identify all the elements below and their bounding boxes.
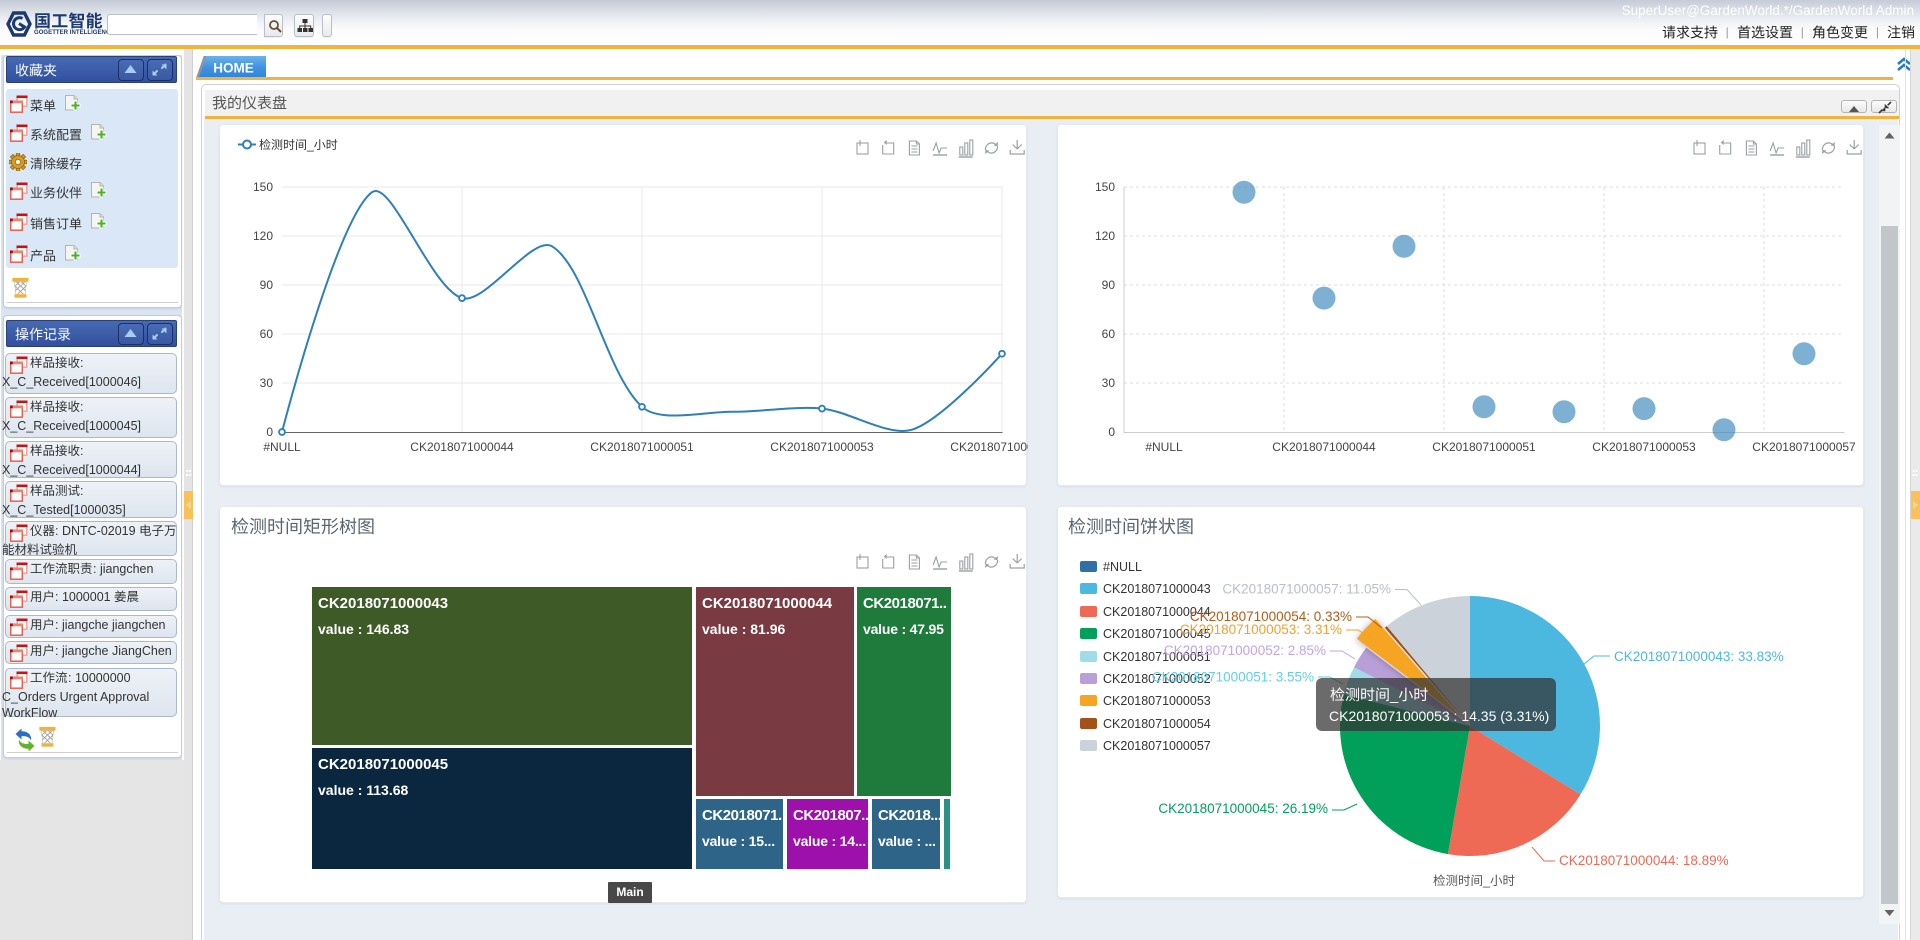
svg-text:CK2018071000044: CK2018071000044 (410, 440, 514, 454)
svg-text:CK2018071000045: 26.19%: CK2018071000045: 26.19% (1158, 801, 1328, 816)
svg-text:0: 0 (266, 425, 273, 439)
svg-text:60: 60 (1102, 327, 1116, 341)
svg-text:CK2018071000053 : 14.35 (3.31%: CK2018071000053 : 14.35 (3.31%) (1329, 708, 1549, 724)
svg-text:CK2018071000044: CK2018071000044 (1272, 440, 1376, 454)
svg-text:60: 60 (260, 327, 274, 341)
svg-text:150: 150 (1095, 180, 1115, 194)
svg-text:0: 0 (1108, 425, 1115, 439)
svg-text:120: 120 (253, 229, 273, 243)
svg-text:CK2018071000051: 3.55%: CK2018071000051: 3.55% (1152, 670, 1314, 685)
svg-text:HOME: HOME (213, 61, 254, 76)
svg-text:30: 30 (260, 376, 274, 390)
svg-text:CK2018071000057: CK2018071000057 (950, 440, 1028, 454)
svg-text:CK2018071000057: 11.05%: CK2018071000057: 11.05% (1222, 582, 1391, 597)
svg-text:150: 150 (253, 180, 273, 194)
svg-text:CK2018071000057: CK2018071000057 (1752, 440, 1856, 454)
svg-text:CK2018071000053: 3.31%: CK2018071000053: 3.31% (1180, 622, 1342, 637)
svg-text:CK2018071000043: 33.83%: CK2018071000043: 33.83% (1614, 649, 1784, 664)
svg-text:CK2018071000044: 18.89%: CK2018071000044: 18.89% (1559, 853, 1729, 868)
svg-text:CK2018071000051: CK2018071000051 (1432, 440, 1536, 454)
svg-text:CK2018071000052: 2.85%: CK2018071000052: 2.85% (1164, 643, 1326, 658)
svg-text:#NULL: #NULL (263, 440, 301, 454)
svg-text:120: 120 (1095, 229, 1115, 243)
svg-text:#NULL: #NULL (1145, 440, 1183, 454)
svg-text:_: _ (306, 138, 314, 152)
svg-text:CK2018071000054: 0.33%: CK2018071000054: 0.33% (1190, 609, 1352, 624)
svg-text:90: 90 (260, 278, 274, 292)
svg-text:CK2018071000051: CK2018071000051 (590, 440, 694, 454)
svg-text:30: 30 (1102, 376, 1116, 390)
svg-text:_: _ (1482, 874, 1491, 888)
svg-text:_: _ (1389, 687, 1399, 704)
svg-text:90: 90 (1102, 278, 1116, 292)
svg-text:CK2018071000053: CK2018071000053 (1592, 440, 1696, 454)
svg-text:CK2018071000053: CK2018071000053 (770, 440, 874, 454)
